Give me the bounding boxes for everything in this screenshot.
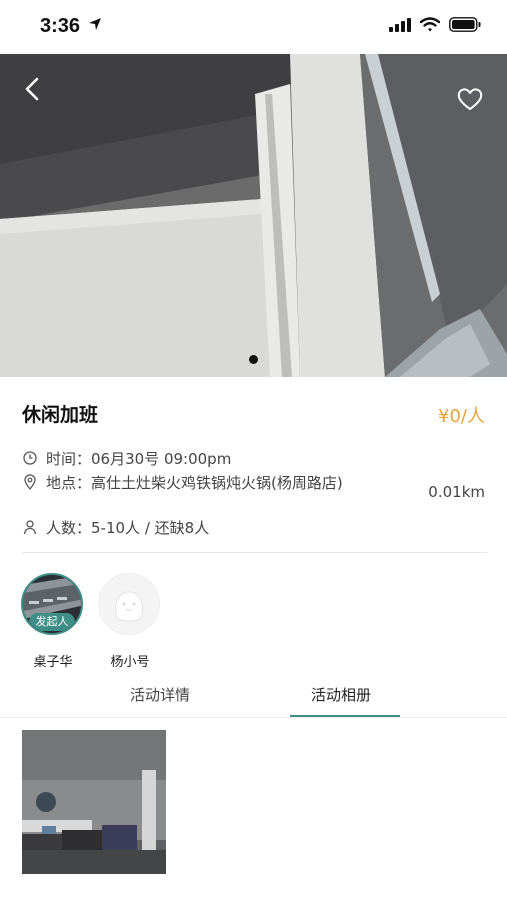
event-title: 休闲加班 <box>22 404 99 426</box>
time-value: 06月30号 09:00pm <box>91 450 232 468</box>
avatar[interactable]: 发起人 <box>21 573 83 635</box>
time-label: 时间： <box>46 450 92 468</box>
count-label: 人数： <box>46 519 92 537</box>
active-tab-underline <box>290 715 400 717</box>
member-name: 杨小号 <box>110 655 150 670</box>
location-arrow-icon <box>88 18 101 30</box>
status-icons <box>389 17 481 32</box>
back-icon[interactable] <box>18 74 48 104</box>
carousel-indicator-dot <box>249 355 258 364</box>
event-cover-photo <box>0 54 507 377</box>
divider <box>22 552 487 553</box>
status-bar: 3:36 <box>0 0 507 54</box>
place-text: 地点：高仕土灶柴火鸡铁锅炖火锅(杨周路店) <box>22 472 343 494</box>
tab-activity-details[interactable]: 活动详情 <box>130 684 190 705</box>
member-name: 桌子华 <box>33 655 73 670</box>
battery-icon <box>449 17 481 32</box>
event-count-row: 人数： 5-10人 / 还缺8人 <box>22 517 209 538</box>
status-time-text: 3:36 <box>40 15 81 37</box>
place-value: 高仕土灶柴火鸡铁锅炖火锅(杨周路店) <box>91 474 343 492</box>
tab-bar: 活动详情 活动相册 <box>0 680 507 718</box>
album-photo-image <box>22 730 166 874</box>
member-item[interactable]: 发起人 桌子华 <box>21 573 85 670</box>
default-avatar-icon <box>99 574 159 634</box>
event-time-row: 时间： 06月30号 09:00pm <box>22 448 231 469</box>
heart-icon[interactable] <box>455 84 485 114</box>
event-distance: 0.01km <box>428 483 485 501</box>
signal-icon <box>389 17 411 32</box>
event-place-row[interactable]: 地点：高仕土灶柴火鸡铁锅炖火锅(杨周路店) <box>22 472 352 494</box>
album-photo[interactable] <box>22 730 166 874</box>
place-label: 地点： <box>46 474 92 492</box>
tab-activity-album[interactable]: 活动相册 <box>311 684 371 705</box>
wifi-icon <box>420 17 440 32</box>
host-badge: 发起人 <box>29 613 75 631</box>
avatar[interactable] <box>98 573 160 635</box>
event-cover-carousel[interactable] <box>0 54 507 377</box>
event-price: ¥0/人 <box>438 406 485 427</box>
member-item[interactable]: 杨小号 <box>98 573 162 670</box>
count-value: 5-10人 / 还缺8人 <box>91 519 210 537</box>
person-icon <box>23 520 37 535</box>
status-time: 3:36 <box>40 15 102 38</box>
clock-icon <box>23 451 37 465</box>
